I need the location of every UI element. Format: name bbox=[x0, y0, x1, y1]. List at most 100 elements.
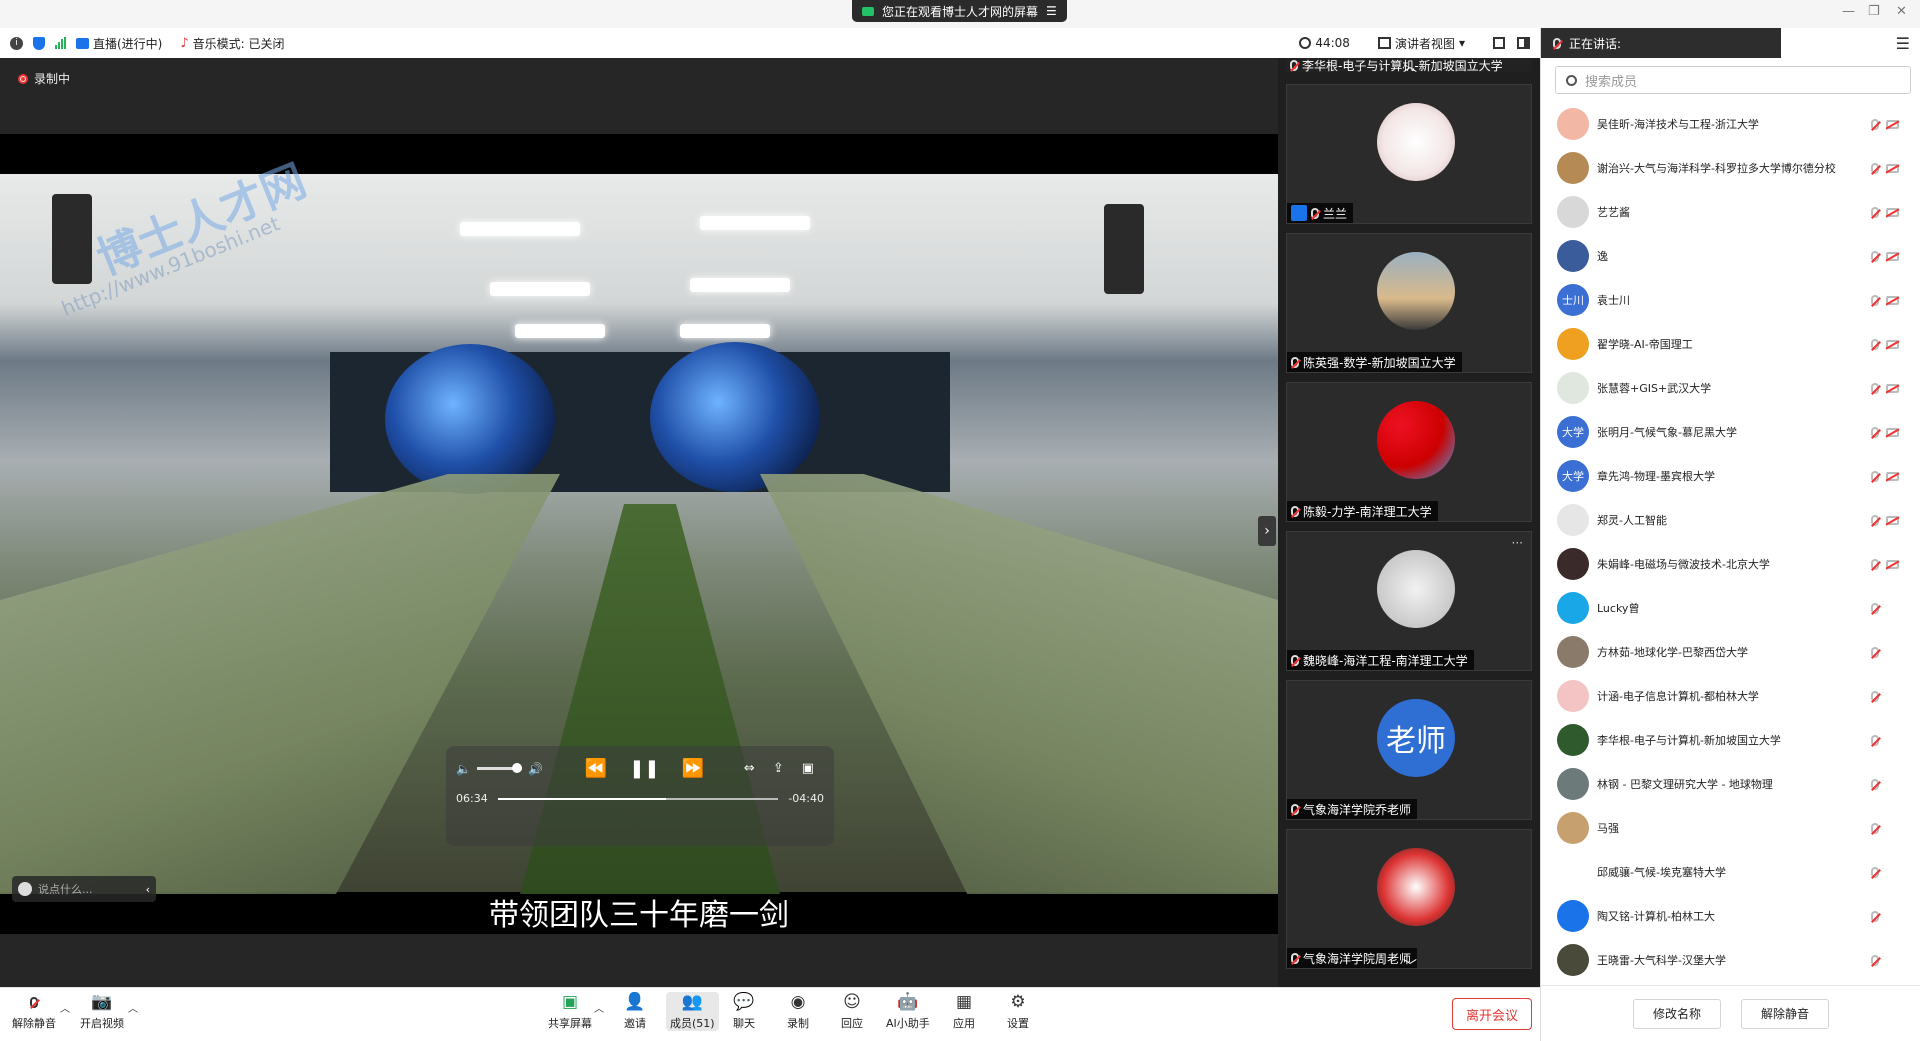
member-list-item[interactable]: 陶又铭-计算机-柏林工大 bbox=[1541, 894, 1920, 938]
member-list-item[interactable]: 马强 bbox=[1541, 806, 1920, 850]
record-button[interactable]: ◉ 录制 bbox=[787, 992, 809, 1031]
member-list-item[interactable]: 李华根-电子与计算机-新加坡国立大学 bbox=[1541, 718, 1920, 762]
volume-low-icon[interactable]: 🔈 bbox=[456, 762, 471, 776]
member-mic-status[interactable] bbox=[1871, 691, 1879, 705]
security-shield-icon[interactable] bbox=[33, 36, 45, 50]
member-search-input[interactable]: 搜索成员 bbox=[1555, 66, 1911, 94]
react-button[interactable]: ☺ 回应 bbox=[841, 992, 863, 1031]
member-mic-status[interactable] bbox=[1871, 251, 1879, 265]
share-icon[interactable]: ⇪ bbox=[773, 761, 784, 776]
more-options-icon[interactable]: ··· bbox=[1512, 536, 1523, 550]
member-mic-status[interactable] bbox=[1871, 163, 1879, 177]
member-list-item[interactable]: 郑灵-人工智能 bbox=[1541, 498, 1920, 542]
scroll-up-button[interactable]: ︿ bbox=[1390, 58, 1430, 75]
view-mode-dropdown[interactable]: 演讲者视图 ▾ bbox=[1377, 35, 1465, 52]
member-mic-status[interactable] bbox=[1871, 955, 1879, 969]
picture-in-picture-icon[interactable]: ▣ bbox=[802, 761, 814, 776]
ai-assistant-button[interactable]: 🤖 AI小助手 bbox=[886, 992, 930, 1031]
emoji-icon[interactable] bbox=[18, 882, 32, 896]
video-off-icon[interactable] bbox=[1886, 340, 1899, 349]
live-status[interactable]: 直播(进行中) bbox=[76, 35, 162, 52]
member-mic-status[interactable] bbox=[1871, 383, 1879, 397]
share-options-caret-icon[interactable]: ︿ bbox=[594, 1000, 604, 1015]
member-mic-status[interactable] bbox=[1871, 471, 1879, 485]
member-list-item[interactable]: 谢治兴-大气与海洋科学-科罗拉多大学博尔德分校 bbox=[1541, 146, 1920, 190]
member-mic-status[interactable] bbox=[1871, 295, 1879, 309]
participant-tile[interactable]: 气象海洋学院周老师 bbox=[1286, 829, 1532, 969]
menu-icon[interactable]: ☰ bbox=[1046, 4, 1057, 18]
collapse-thumbnails-button[interactable]: › bbox=[1258, 516, 1276, 546]
member-list-item[interactable]: 艺艺酱 bbox=[1541, 190, 1920, 234]
leave-meeting-button[interactable]: 离开会议 bbox=[1452, 998, 1532, 1030]
member-list-item[interactable]: 朱娟峰-电磁场与微波技术-北京大学 bbox=[1541, 542, 1920, 586]
member-list-item[interactable]: 王晓雷-大气科学-汉堡大学 bbox=[1541, 938, 1920, 982]
video-off-icon[interactable] bbox=[1886, 560, 1899, 569]
member-mic-status[interactable] bbox=[1871, 647, 1879, 661]
video-off-icon[interactable] bbox=[1886, 472, 1899, 481]
member-mic-status[interactable] bbox=[1871, 339, 1879, 353]
unmute-toolbar-button[interactable]: 解除静音 bbox=[12, 992, 56, 1031]
member-list-item[interactable]: 邱威骧-气候-埃克塞特大学 bbox=[1541, 850, 1920, 894]
member-list-item[interactable]: 大学 张明月-气候气象-慕尼黑大学 bbox=[1541, 410, 1920, 454]
video-off-icon[interactable] bbox=[1886, 296, 1899, 305]
member-mic-status[interactable] bbox=[1871, 515, 1879, 529]
close-icon[interactable]: ✕ bbox=[1896, 4, 1907, 19]
fullscreen-icon[interactable] bbox=[1493, 37, 1505, 49]
info-icon[interactable]: i bbox=[10, 36, 23, 50]
video-off-icon[interactable] bbox=[1886, 208, 1899, 217]
audio-options-caret-icon[interactable]: ︿ bbox=[60, 1000, 70, 1015]
fast-forward-icon[interactable]: ⏩ bbox=[682, 758, 704, 779]
member-list-item[interactable]: 林钢 - 巴黎文理研究大学 - 地球物理 bbox=[1541, 762, 1920, 806]
members-button[interactable]: 👥 成员(51) bbox=[666, 992, 719, 1031]
member-list-item[interactable]: 计涵-电子信息计算机-都柏林大学 bbox=[1541, 674, 1920, 718]
participant-tile[interactable]: 老师 气象海洋学院乔老师 bbox=[1286, 680, 1532, 820]
member-mic-status[interactable] bbox=[1871, 823, 1879, 837]
member-mic-status[interactable] bbox=[1871, 867, 1879, 881]
video-off-icon[interactable] bbox=[1886, 516, 1899, 525]
member-mic-status[interactable] bbox=[1871, 119, 1879, 133]
member-mic-status[interactable] bbox=[1871, 427, 1879, 441]
panel-menu-icon[interactable]: ☰ bbox=[1896, 34, 1910, 53]
member-list-item[interactable]: 方林茹-地球化学-巴黎西岱大学 bbox=[1541, 630, 1920, 674]
unmute-button[interactable]: 解除静音 bbox=[1741, 998, 1829, 1029]
participant-tile[interactable]: 陈毅-力学-南洋理工大学 bbox=[1286, 382, 1532, 522]
share-screen-button[interactable]: ▣ 共享屏幕 bbox=[548, 992, 592, 1031]
settings-button[interactable]: ⚙ 设置 bbox=[1007, 992, 1029, 1031]
restore-icon[interactable]: ❐ bbox=[1868, 4, 1880, 19]
network-signal[interactable] bbox=[55, 37, 66, 49]
video-off-icon[interactable] bbox=[1886, 120, 1899, 129]
scroll-down-button[interactable]: ﹀ bbox=[1390, 958, 1430, 975]
member-list-item[interactable]: 逸 bbox=[1541, 234, 1920, 278]
member-mic-status[interactable] bbox=[1871, 911, 1879, 925]
member-mic-status[interactable] bbox=[1871, 603, 1879, 617]
video-off-icon[interactable] bbox=[1886, 428, 1899, 437]
share-banner[interactable]: 您正在观看博士人才网的屏幕 ☰ bbox=[852, 0, 1067, 22]
seek-bar[interactable] bbox=[497, 797, 779, 800]
participant-tile[interactable]: ··· 魏晓峰-海洋工程-南洋理工大学 bbox=[1286, 531, 1532, 671]
member-mic-status[interactable] bbox=[1871, 735, 1879, 749]
member-list-item[interactable]: Lucky曾 bbox=[1541, 586, 1920, 630]
rewind-icon[interactable]: ⏪ bbox=[585, 758, 607, 779]
invite-button[interactable]: 👤 邀请 bbox=[624, 992, 646, 1031]
start-video-button[interactable]: 📷 开启视频 bbox=[80, 992, 124, 1031]
member-list-item[interactable]: 大学 章先鸿-物理-墨宾根大学 bbox=[1541, 454, 1920, 498]
apps-button[interactable]: ▦ 应用 bbox=[953, 992, 975, 1031]
participant-tile[interactable]: 兰兰 bbox=[1286, 84, 1532, 224]
chat-button[interactable]: 💬 聊天 bbox=[733, 992, 755, 1031]
side-panel-toggle-icon[interactable] bbox=[1517, 37, 1530, 49]
video-off-icon[interactable] bbox=[1886, 384, 1899, 393]
volume-slider[interactable] bbox=[476, 763, 522, 773]
member-mic-status[interactable] bbox=[1871, 559, 1879, 573]
quick-chat-input[interactable]: 说点什么... ‹ bbox=[12, 876, 156, 902]
member-list-item[interactable]: 吴佳昕-海洋技术与工程-浙江大学 bbox=[1541, 102, 1920, 146]
volume-high-icon[interactable]: 🔊 bbox=[528, 762, 543, 776]
member-list-item[interactable]: 张慧蓉+GIS+武汉大学 bbox=[1541, 366, 1920, 410]
video-options-caret-icon[interactable]: ︿ bbox=[128, 1000, 138, 1015]
member-mic-status[interactable] bbox=[1871, 779, 1879, 793]
volume-knob[interactable] bbox=[511, 763, 522, 773]
participant-tile[interactable]: 陈英强-数学-新加坡国立大学 bbox=[1286, 233, 1532, 373]
member-list-item[interactable]: 翟学晓-AI-帝国理工 bbox=[1541, 322, 1920, 366]
minimize-icon[interactable]: — bbox=[1842, 4, 1855, 19]
rename-button[interactable]: 修改名称 bbox=[1633, 998, 1721, 1029]
video-off-icon[interactable] bbox=[1886, 252, 1899, 261]
